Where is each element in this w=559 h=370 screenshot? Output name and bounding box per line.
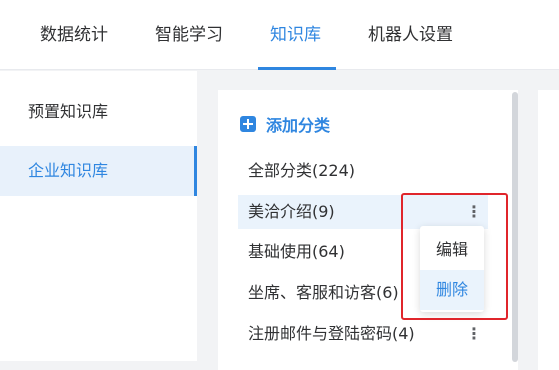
add-category-label: 添加分类 bbox=[266, 116, 331, 135]
category-label: 注册邮件与登陆密码(4) bbox=[248, 324, 415, 343]
more-options-icon[interactable]: ⋮ bbox=[466, 317, 482, 351]
tab-data-statistics[interactable]: 数据统计 bbox=[40, 0, 108, 70]
scrollbar[interactable] bbox=[512, 92, 518, 362]
more-options-icon[interactable]: ⋮ bbox=[466, 195, 482, 229]
active-tab-indicator bbox=[258, 67, 336, 70]
category-label: 坐席、客服和访客(6) bbox=[248, 283, 399, 302]
category-label: 全部分类(224) bbox=[248, 161, 356, 180]
sidebar: 预置知识库 企业知识库 bbox=[0, 71, 197, 361]
category-label: 基础使用(64) bbox=[248, 242, 345, 261]
delete-menu-item[interactable]: 删除 bbox=[420, 270, 484, 310]
sidebar-item-preset-kb[interactable]: 预置知识库 bbox=[0, 87, 197, 137]
plus-icon bbox=[240, 116, 256, 132]
category-label: 美洽介绍(9) bbox=[248, 202, 335, 221]
sidebar-item-enterprise-kb[interactable]: 企业知识库 bbox=[0, 146, 197, 196]
tab-robot-settings[interactable]: 机器人设置 bbox=[368, 0, 453, 70]
add-category-button[interactable]: 添加分类 bbox=[240, 112, 330, 136]
top-nav: 数据统计 智能学习 知识库 机器人设置 bbox=[0, 0, 559, 70]
category-item-meiqia-intro[interactable]: 美洽介绍(9) ⋮ bbox=[238, 195, 488, 229]
tab-knowledge-base[interactable]: 知识库 bbox=[270, 0, 321, 70]
edit-menu-item[interactable]: 编辑 bbox=[420, 230, 484, 270]
category-context-menu: 编辑 删除 bbox=[420, 226, 484, 312]
tab-smart-learning[interactable]: 智能学习 bbox=[155, 0, 223, 70]
category-item-registration[interactable]: 注册邮件与登陆密码(4) ⋮ bbox=[238, 317, 488, 351]
content-area bbox=[538, 90, 559, 370]
category-item-all[interactable]: 全部分类(224) bbox=[238, 154, 488, 188]
